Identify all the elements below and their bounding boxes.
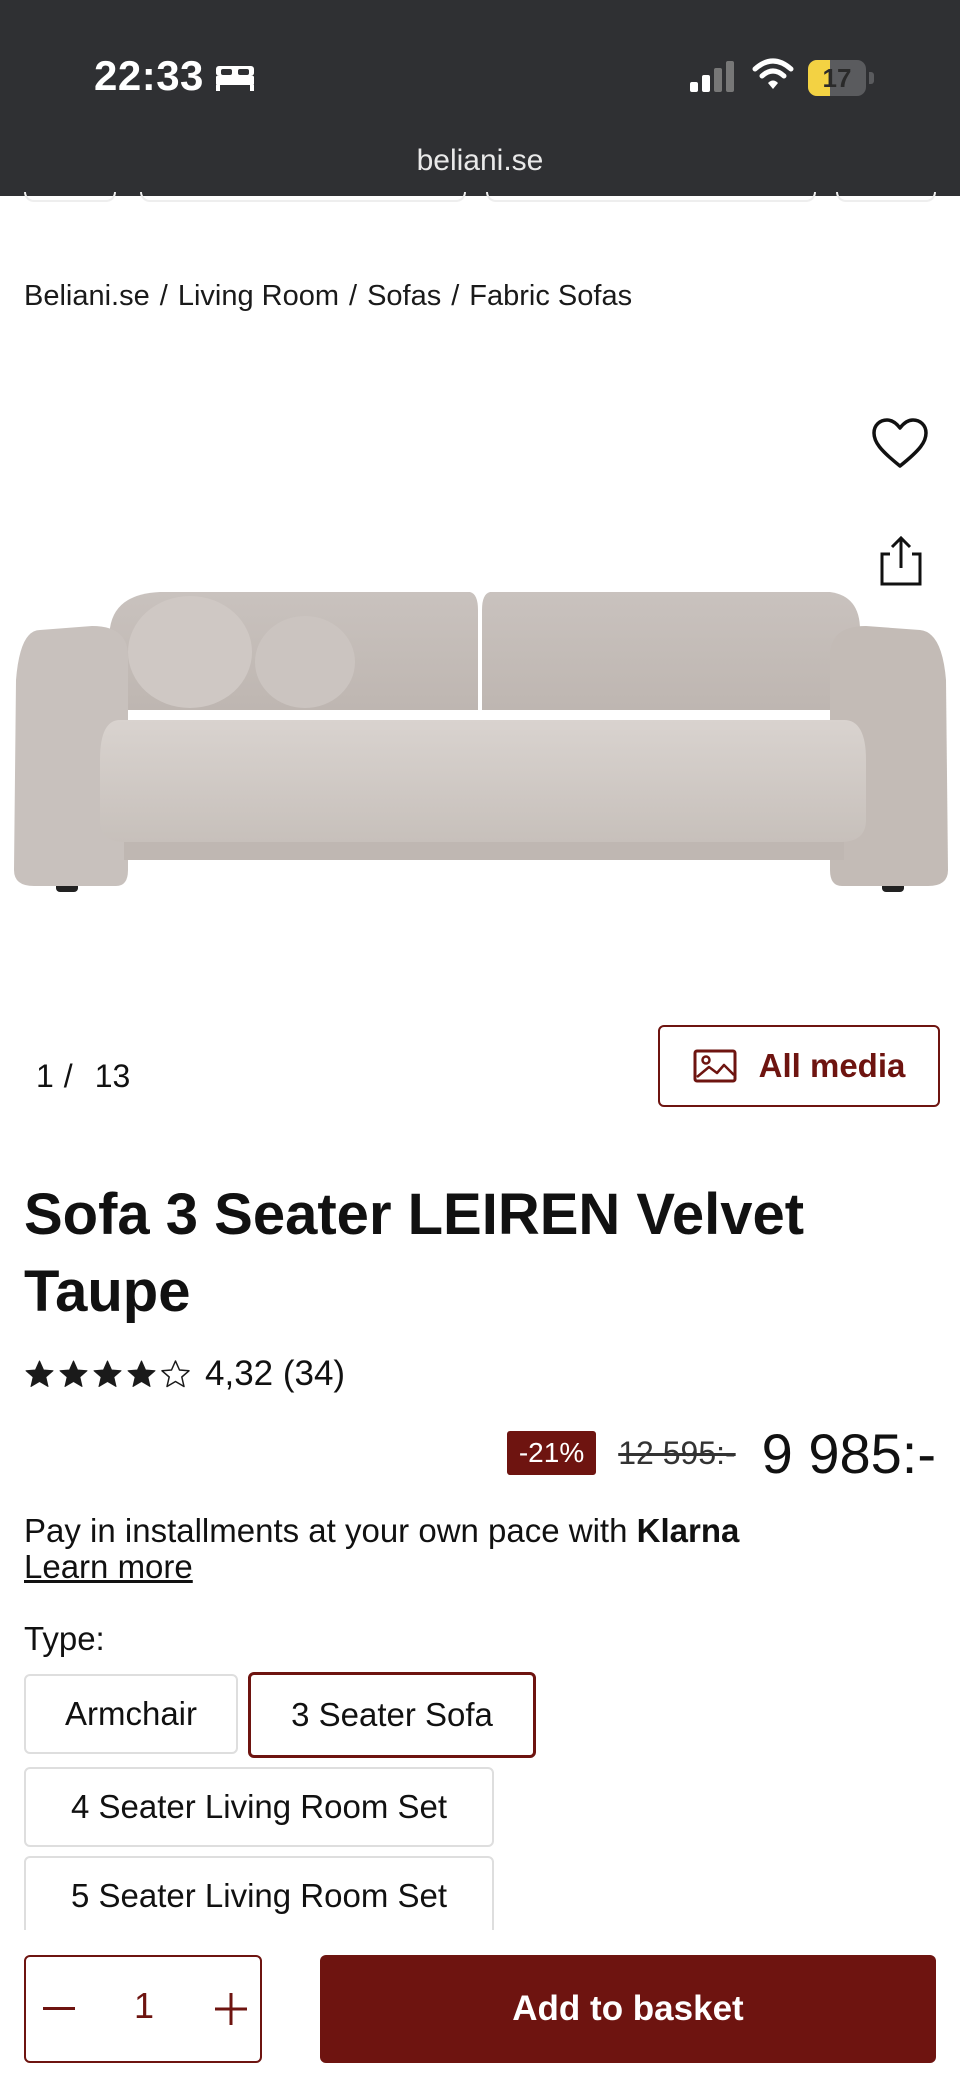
type-option-label: 4 Seater Living Room Set: [70, 1788, 448, 1825]
price-row: -21% 12 595:- 9 985:-: [506, 1418, 936, 1488]
breadcrumb-living-room[interactable]: Living Room: [178, 280, 339, 313]
type-label: Type:: [24, 1620, 105, 1657]
star-icon: [93, 1360, 122, 1387]
type-option-label: Armchair: [64, 1695, 198, 1732]
plus-icon: [215, 1993, 247, 2025]
quantity-increase-button[interactable]: [206, 1982, 256, 2036]
rating-stars: [24, 1359, 191, 1390]
star-icon: [127, 1360, 156, 1387]
type-option-armchair[interactable]: Armchair: [24, 1674, 238, 1754]
image-icon: [693, 1049, 737, 1083]
star-icon: [161, 1359, 190, 1387]
product-image[interactable]: [0, 570, 960, 910]
breadcrumb-home[interactable]: Beliani.se: [24, 280, 150, 313]
wifi-icon: [752, 58, 794, 89]
breadcrumb-separator: /: [451, 280, 460, 312]
bed-icon: [216, 66, 254, 91]
klarna-text: Pay in installments at your own pace wit…: [24, 1512, 628, 1549]
old-price: 12 595:-: [618, 1434, 736, 1471]
breadcrumb-separator: /: [349, 280, 358, 312]
status-bar: 22:33 17 beliani.se: [0, 0, 960, 196]
gallery-separator: /: [63, 1058, 73, 1094]
type-option-4-seater-set[interactable]: 4 Seater Living Room Set: [24, 1767, 494, 1847]
gallery-counter: 1/ 13: [36, 1058, 130, 1095]
add-to-basket-button[interactable]: Add to basket: [320, 1955, 936, 2063]
breadcrumb-separator: /: [159, 280, 168, 312]
product-rating[interactable]: 4,32 (34): [24, 1354, 345, 1394]
gallery-total: 13: [94, 1058, 131, 1094]
breadcrumb-sofas[interactable]: Sofas: [367, 280, 441, 313]
minus-icon: [43, 2007, 75, 2010]
star-icon: [59, 1360, 88, 1387]
quantity-decrease-button[interactable]: [34, 1982, 84, 2036]
type-option-3-seater-sofa[interactable]: 3 Seater Sofa: [248, 1672, 536, 1758]
star-icon: [25, 1360, 54, 1387]
product-title: Sofa 3 Seater LEIREN Velvet Taupe: [24, 1182, 805, 1324]
signal-icon: [690, 61, 734, 92]
quantity-value[interactable]: 1: [106, 1985, 182, 2027]
breadcrumb-fabric-sofas[interactable]: Fabric Sofas: [469, 280, 632, 313]
scrolled-chips: [0, 192, 960, 206]
breadcrumb: Beliani.se / Living Room / Sofas / Fabric Sofa…: [24, 280, 632, 313]
all-media-label: All media: [758, 1047, 906, 1084]
add-to-basket-label: Add to basket: [512, 1989, 744, 2028]
heart-icon[interactable]: [870, 416, 930, 472]
quantity-stepper: 1: [24, 1955, 262, 2063]
battery-percent: 17: [822, 63, 852, 93]
klarna-logo: Klarna: [636, 1512, 740, 1549]
all-media-button[interactable]: All media: [658, 1025, 940, 1107]
type-option-label: 5 Seater Living Room Set: [70, 1877, 448, 1914]
url-bar[interactable]: beliani.se: [0, 144, 960, 178]
learn-more-link[interactable]: Learn more: [24, 1548, 193, 1586]
discount-badge: -21%: [506, 1431, 597, 1475]
clock: 22:33: [94, 52, 204, 99]
gallery-current: 1: [36, 1058, 54, 1094]
type-option-label: 3 Seater Sofa: [291, 1696, 493, 1733]
rating-text: 4,32 (34): [205, 1354, 346, 1393]
current-price: 9 985:-: [761, 1421, 936, 1485]
klarna-info: Pay in installments at your own pace wit…: [24, 1512, 739, 1550]
battery-indicator: 17: [808, 60, 874, 96]
type-option-5-seater-set[interactable]: 5 Seater Living Room Set: [24, 1856, 494, 1936]
